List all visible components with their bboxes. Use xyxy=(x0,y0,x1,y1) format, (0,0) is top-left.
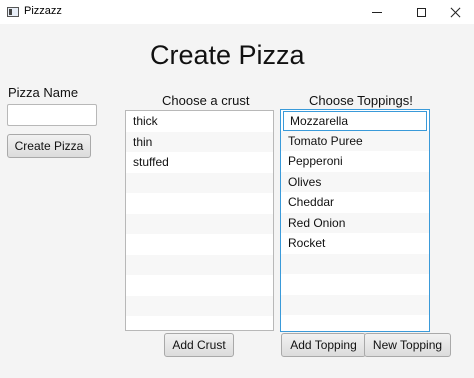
new-topping-button[interactable]: New Topping xyxy=(364,333,451,357)
list-item[interactable]: Mozzarella xyxy=(283,111,427,131)
crust-list[interactable]: thick thin stuffed xyxy=(125,110,274,331)
page-heading: Create Pizza xyxy=(150,40,305,70)
list-item[interactable]: Pepperoni xyxy=(281,151,429,172)
toppings-list-label: Choose Toppings! xyxy=(309,93,413,108)
list-item[interactable]: Red Onion xyxy=(281,212,429,233)
close-icon xyxy=(450,7,461,18)
minimize-icon xyxy=(372,11,382,13)
empty-list-row xyxy=(281,253,429,274)
list-item[interactable]: stuffed xyxy=(126,152,273,173)
list-item[interactable]: thin xyxy=(126,131,273,152)
list-item[interactable]: Tomato Puree xyxy=(281,130,429,151)
maximize-icon xyxy=(416,7,426,17)
create-pizza-button[interactable]: Create Pizza xyxy=(7,134,91,158)
empty-list-row xyxy=(281,294,429,315)
empty-list-row xyxy=(126,316,273,330)
app-window-icon xyxy=(7,7,19,17)
list-item[interactable]: Cheddar xyxy=(281,192,429,213)
title-bar: Pizzazz xyxy=(0,0,474,24)
empty-list-row xyxy=(281,315,429,331)
empty-list-row xyxy=(126,275,273,296)
crust-list-label: Choose a crust xyxy=(162,93,250,108)
minimize-button[interactable] xyxy=(360,0,394,24)
pizza-name-input[interactable] xyxy=(7,104,97,126)
add-topping-button[interactable]: Add Topping xyxy=(281,333,366,357)
window-title: Pizzazz xyxy=(24,5,62,17)
list-item[interactable]: Olives xyxy=(281,171,429,192)
empty-list-row xyxy=(126,254,273,275)
list-item[interactable]: thick xyxy=(126,111,273,132)
toppings-list[interactable]: Mozzarella Tomato Puree Pepperoni Olives Che… xyxy=(280,109,430,332)
pizza-name-label: Pizza Name xyxy=(8,85,79,100)
add-crust-button[interactable]: Add Crust xyxy=(164,333,234,357)
list-item[interactable]: Rocket xyxy=(281,233,429,254)
close-button[interactable] xyxy=(438,0,472,24)
maximize-button[interactable] xyxy=(404,0,438,24)
empty-list-row xyxy=(281,274,429,295)
empty-list-row xyxy=(126,234,273,255)
empty-list-row xyxy=(126,295,273,316)
empty-list-row xyxy=(126,193,273,214)
empty-list-row xyxy=(126,213,273,234)
empty-list-row xyxy=(126,172,273,193)
